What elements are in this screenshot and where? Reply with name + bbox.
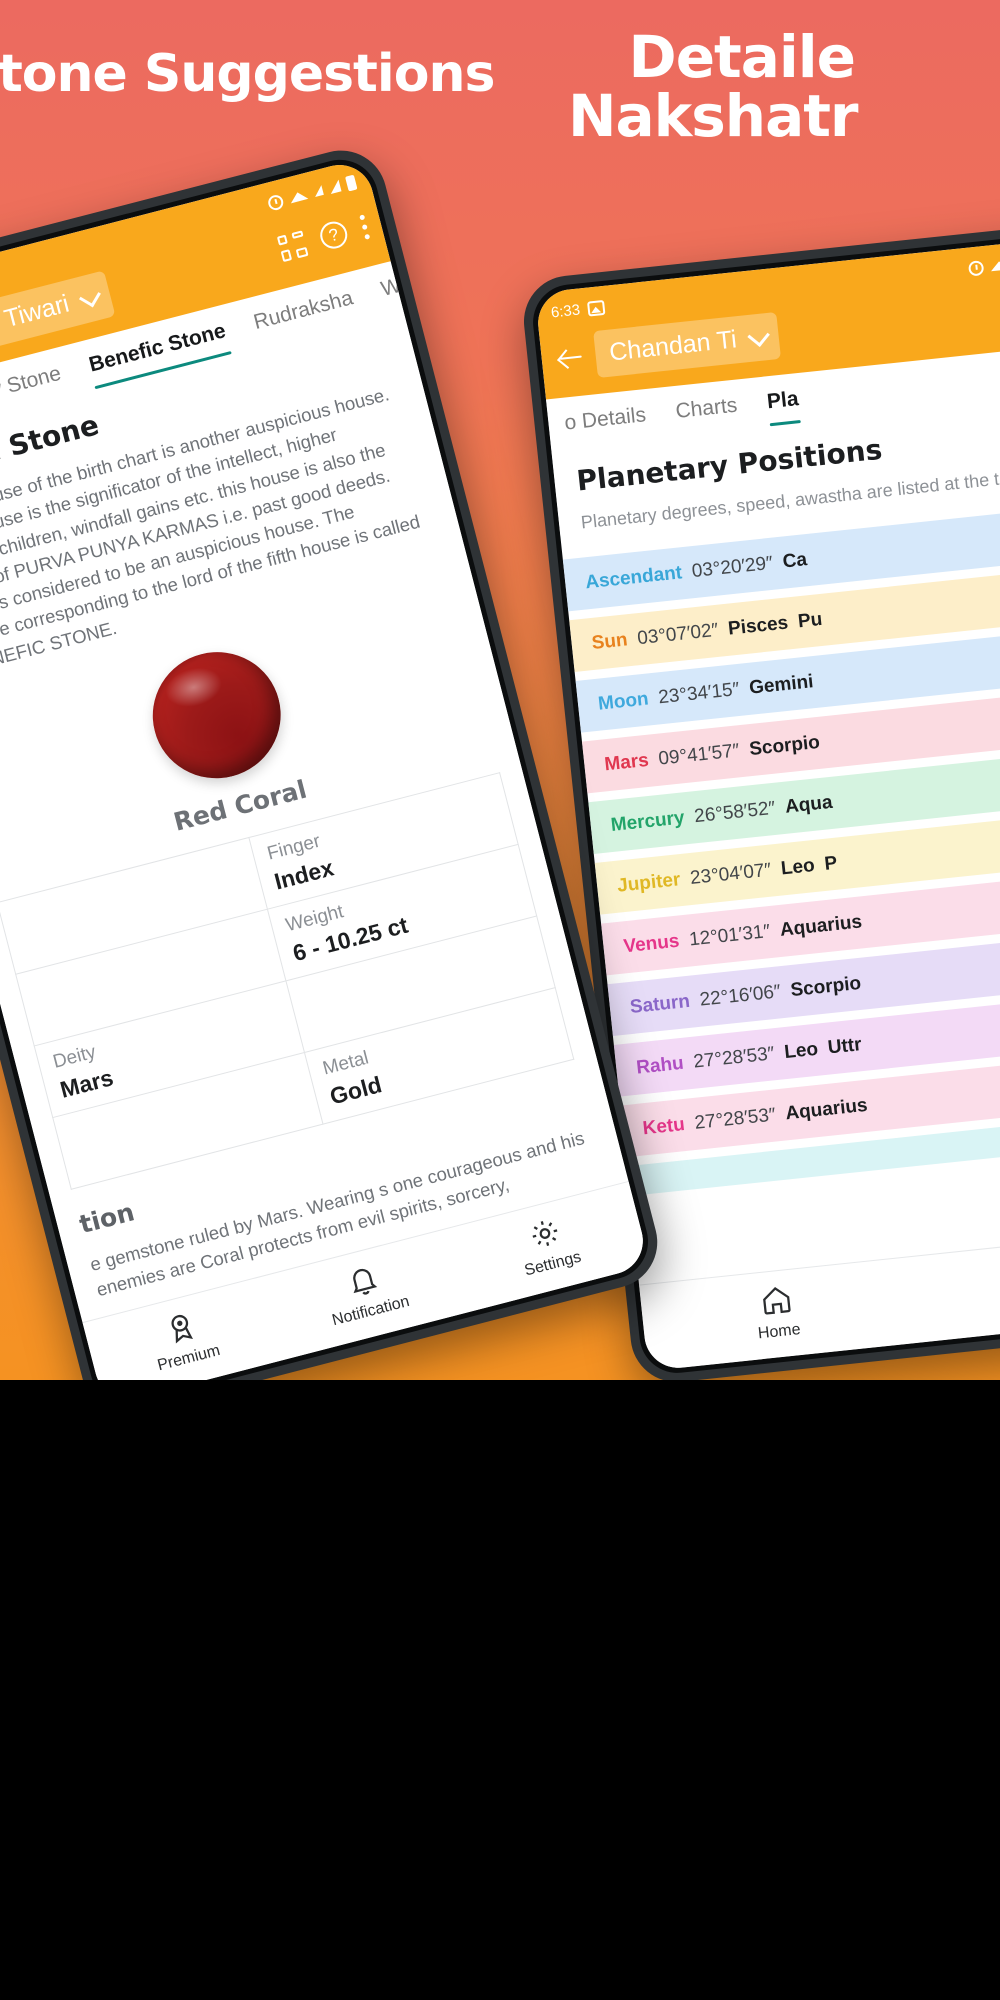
image-icon: [587, 299, 606, 317]
status-time: 6:33: [550, 301, 581, 321]
nav-item-settings[interactable]: Settings: [450, 1194, 647, 1297]
tab-planetary[interactable]: Pla: [766, 387, 801, 426]
planet-sign: Leo: [783, 1038, 820, 1064]
nav-item-notification[interactable]: Notification: [268, 1241, 465, 1344]
planet-sign: Aqua: [784, 791, 834, 818]
planet-degree: 12°01′31″: [688, 921, 772, 951]
signal-icon-2: [327, 179, 342, 195]
planet-name: Venus: [622, 930, 681, 958]
profile-selector-right[interactable]: Chandan Ti: [593, 311, 781, 378]
headline-left: stone Suggestions: [0, 44, 495, 104]
nav-item-home[interactable]: Home: [640, 1269, 914, 1355]
alarm-icon: [266, 192, 285, 212]
more-vertical-icon[interactable]: [359, 214, 371, 240]
nav-item-premium[interactable]: Premium: [86, 1288, 283, 1380]
planet-name: Ascendant: [584, 562, 684, 594]
planet-sign: Gemini: [748, 671, 815, 699]
planet-name: Moon: [597, 688, 650, 715]
planet-degree: 27°28′53″: [692, 1043, 776, 1073]
red-coral-gem-icon: [138, 638, 295, 793]
tab-whats-new[interactable]: Whats N: [379, 259, 466, 314]
help-icon[interactable]: ?: [317, 218, 351, 252]
planet-nakshatra: Uttr: [826, 1034, 863, 1059]
wifi-icon: [990, 259, 1000, 271]
planet-nakshatra: P: [823, 852, 839, 875]
headline-right-line1: Detaile: [628, 23, 856, 91]
planet-name: Mars: [603, 749, 650, 776]
planetary-positions-list: Ascendant 03°20′29″ Ca Sun 03°07′02″ Pisces Pu…: [562, 503, 1000, 1197]
planet-name: Jupiter: [616, 869, 682, 897]
wifi-icon: [288, 189, 309, 203]
bottom-nav-right: Home Profile: [639, 1228, 1000, 1372]
planet-degree: 23°34′15″: [657, 679, 741, 709]
status-icons: [967, 252, 1000, 277]
planet-name: Saturn: [628, 990, 691, 1019]
chevron-down-icon: [78, 285, 101, 308]
planet-degree: 23°04′07″: [689, 859, 773, 890]
nav-item-profile[interactable]: Profile: [908, 1241, 1000, 1327]
signal-icon-1: [312, 185, 324, 198]
planet-sign: Pisces: [727, 612, 790, 640]
planet-sign: Ca: [781, 549, 809, 573]
planet-sign: Leo: [779, 855, 816, 880]
headline-right-line2: Nakshatr: [568, 82, 859, 151]
planet-name: Sun: [590, 629, 629, 655]
planet-degree: 09°41′57″: [657, 740, 741, 770]
planet-degree: 03°20′29″: [690, 552, 774, 583]
planet-nakshatra: Pu: [796, 608, 824, 633]
person-icon: [908, 1241, 1000, 1303]
tab-charts[interactable]: Charts: [674, 394, 739, 436]
back-arrow-icon[interactable]: [554, 341, 587, 374]
promo-poster: stone Suggestions Detaile Nakshatr 6:33: [0, 0, 1000, 1380]
planet-degree: 26°58′52″: [693, 797, 777, 828]
headline-right: Detaile Nakshatr: [568, 27, 859, 146]
planet-name: Ketu: [641, 1114, 686, 1140]
battery-icon: [344, 174, 358, 191]
planet-sign: Aquarius: [784, 1094, 869, 1125]
chevron-down-icon: [747, 324, 770, 347]
planet-sign: Scorpio: [748, 731, 821, 761]
toolbar-actions: ?: [276, 213, 371, 262]
planet-name: Mercury: [609, 807, 686, 837]
benefic-stone-page: Benefic Stone The Fifth house of the bir…: [0, 309, 626, 1309]
planet-degree: 22°16′06″: [698, 981, 782, 1011]
planet-sign: Scorpio: [789, 972, 863, 1002]
planet-name: Rahu: [635, 1052, 685, 1079]
profile-name: Chandan Ti: [607, 325, 739, 367]
alarm-icon: [967, 259, 985, 277]
planet-degree: 27°28′53″: [693, 1104, 777, 1134]
planet-sign: Aquarius: [778, 911, 864, 941]
planet-degree: 03°07′02″: [636, 619, 720, 650]
grid-icon[interactable]: [276, 229, 309, 262]
